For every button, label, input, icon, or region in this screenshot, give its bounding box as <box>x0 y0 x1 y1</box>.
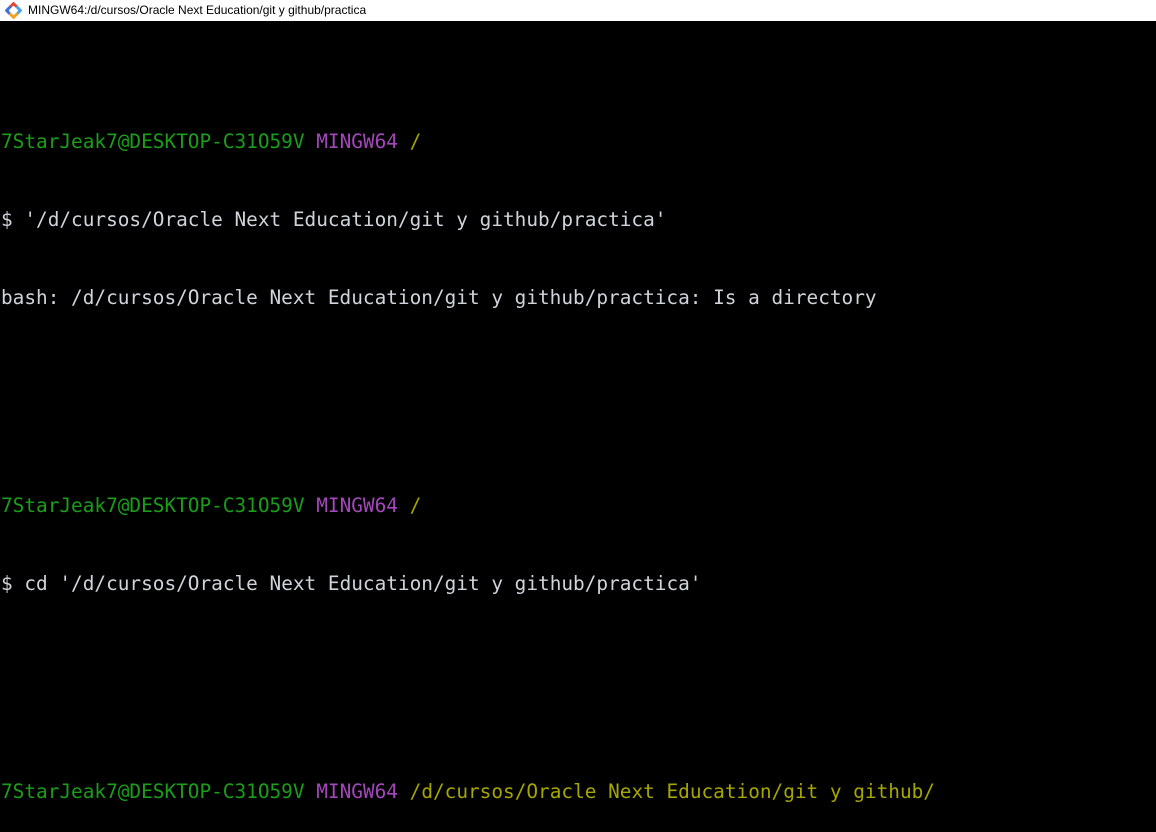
terminal-output-area[interactable]: 7StarJeak7@DESKTOP-C31O59V MINGW64 / $ '… <box>0 21 1156 832</box>
command-text: '/d/cursos/Oracle Next Education/git y g… <box>12 208 667 231</box>
prompt-line: 7StarJeak7@DESKTOP-C31O59V MINGW64 /d/cu… <box>1 779 1156 805</box>
output-line-error: bash: /d/cursos/Oracle Next Education/gi… <box>1 286 877 309</box>
prompt-user-host: 7StarJeak7@DESKTOP-C31O59V <box>1 780 305 803</box>
command-text: cd '/d/cursos/Oracle Next Education/git … <box>12 572 702 595</box>
prompt-line: 7StarJeak7@DESKTOP-C31O59V MINGW64 / <box>1 493 1156 519</box>
prompt-symbol: $ <box>1 208 13 231</box>
prompt-symbol: $ <box>1 572 13 595</box>
prompt-shell-label: MINGW64 <box>316 780 398 803</box>
prompt-path: /d/cursos/Oracle Next Education/git y gi… <box>409 780 935 803</box>
window-titlebar: MINGW64:/d/cursos/Oracle Next Education/… <box>0 0 1156 21</box>
prompt-shell-label: MINGW64 <box>316 494 398 517</box>
command-line: $ '/d/cursos/Oracle Next Education/git y… <box>1 207 1156 233</box>
prompt-user-host: 7StarJeak7@DESKTOP-C31O59V <box>1 494 305 517</box>
prompt-path: / <box>409 130 422 153</box>
prompt-user-host: 7StarJeak7@DESKTOP-C31O59V <box>1 130 305 153</box>
command-line: $ cd '/d/cursos/Oracle Next Education/gi… <box>1 571 1156 597</box>
window-title: MINGW64:/d/cursos/Oracle Next Education/… <box>28 3 367 17</box>
prompt-shell-label: MINGW64 <box>316 130 398 153</box>
mingw-diamond-icon <box>4 1 22 20</box>
prompt-line: 7StarJeak7@DESKTOP-C31O59V MINGW64 / <box>1 129 1156 155</box>
prompt-path: / <box>409 494 422 517</box>
